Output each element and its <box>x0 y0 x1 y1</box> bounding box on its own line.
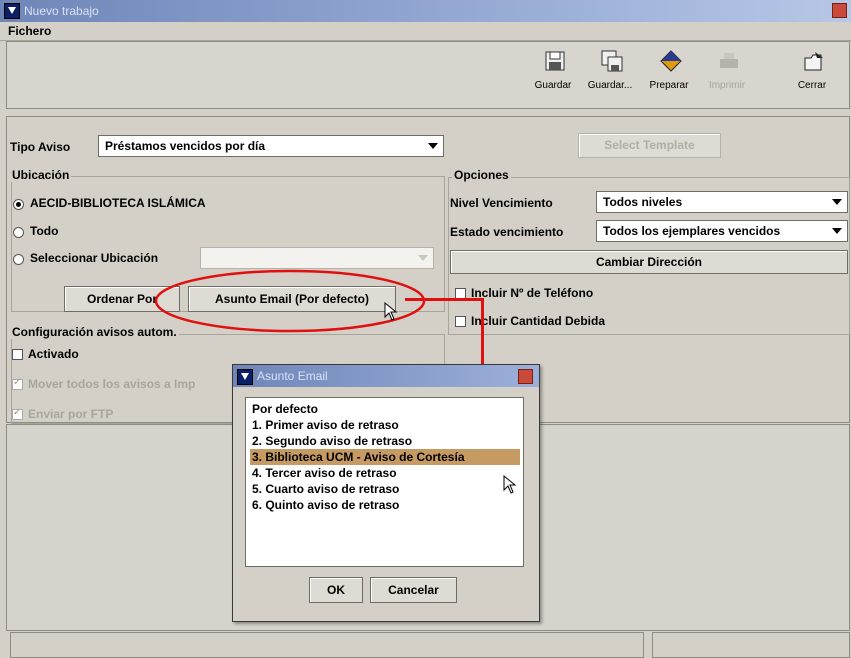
print-label: Imprimir <box>708 80 746 91</box>
incluir-telefono-label: Incluir Nº de Teléfono <box>471 286 594 300</box>
menu-bar <box>0 22 851 41</box>
activado-checkbox[interactable] <box>12 349 23 360</box>
chevron-down-icon <box>418 255 428 261</box>
chevron-down-icon <box>428 143 438 149</box>
enviar-ftp-label: Enviar por FTP <box>28 407 114 421</box>
list-item[interactable]: 6. Quinto aviso de retraso <box>250 497 520 513</box>
nivel-vencimiento-combo[interactable]: Todos niveles <box>596 191 848 213</box>
save-as-icon <box>601 50 623 72</box>
mover-label: Mover todos los avisos a Imp <box>28 377 196 391</box>
list-item[interactable]: Por defecto <box>250 401 520 417</box>
app-icon <box>237 369 253 385</box>
estado-vencimiento-combo[interactable]: Todos los ejemplares vencidos <box>596 220 848 242</box>
save-as-button[interactable]: Guardar... <box>581 44 639 102</box>
annotation-line-v <box>481 298 484 366</box>
activado-label: Activado <box>28 347 79 361</box>
close-folder-icon <box>804 52 823 71</box>
menu-fichero[interactable]: Fichero <box>8 24 51 38</box>
asunto-email-dialog: Asunto Email Por defecto 1. Primer aviso… <box>232 364 540 622</box>
dialog-titlebar: Asunto Email <box>233 365 539 387</box>
mouse-cursor-icon <box>503 475 517 494</box>
chevron-down-icon <box>832 199 842 205</box>
list-item-selected[interactable]: 3. Biblioteca UCM - Aviso de Cortesía <box>250 449 520 465</box>
prepare-label: Preparar <box>649 80 689 91</box>
radio-aecid[interactable] <box>13 199 24 210</box>
radio-seleccionar-label: Seleccionar Ubicación <box>30 251 159 265</box>
close-window-icon[interactable] <box>832 3 847 18</box>
radio-aecid-label: AECID-BIBLIOTECA ISLÁMICA <box>30 196 206 210</box>
radio-seleccionar[interactable] <box>13 254 24 265</box>
list-item[interactable]: 1. Primer aviso de retraso <box>250 417 520 433</box>
select-template-button: Select Template <box>578 133 721 158</box>
status-bar-left <box>10 632 644 658</box>
mouse-cursor-icon <box>384 302 398 321</box>
subject-listbox: Por defecto 1. Primer aviso de retraso 2… <box>245 397 524 567</box>
list-item[interactable]: 2. Segundo aviso de retraso <box>250 433 520 449</box>
annotation-ellipse <box>154 269 426 333</box>
save-as-label: Guardar... <box>587 80 633 91</box>
tipo-aviso-value: Préstamos vencidos por día <box>105 139 266 153</box>
floppy-disk-icon <box>545 51 565 71</box>
save-button[interactable]: Guardar <box>524 44 582 102</box>
enviar-ftp-checkbox <box>12 407 23 420</box>
save-label: Guardar <box>534 80 572 91</box>
prepare-button[interactable]: Preparar <box>640 44 698 102</box>
tipo-aviso-label: Tipo Aviso <box>10 140 71 154</box>
incluir-cantidad-label: Incluir Cantidad Debida <box>471 314 606 328</box>
list-item[interactable]: 4. Tercer aviso de retraso <box>250 465 520 481</box>
estado-vencimiento-value: Todos los ejemplares vencidos <box>603 224 781 238</box>
close-button[interactable]: Cerrar <box>783 44 841 102</box>
print-button: Imprimir <box>698 44 756 102</box>
window-title: Nuevo trabajo <box>24 4 99 18</box>
chevron-down-icon <box>832 228 842 234</box>
ubicacion-label: Ubicación <box>10 168 72 182</box>
cambiar-direccion-button[interactable]: Cambiar Dirección <box>450 250 848 274</box>
nivel-vencimiento-label: Nivel Vencimiento <box>450 196 553 210</box>
estado-vencimiento-label: Estado vencimiento <box>450 225 564 239</box>
cancel-button[interactable]: Cancelar <box>370 577 457 603</box>
status-bar-right <box>652 632 850 658</box>
opciones-label: Opciones <box>452 168 511 182</box>
tipo-aviso-combo[interactable]: Préstamos vencidos por día <box>98 135 444 157</box>
close-dialog-icon[interactable] <box>518 369 533 384</box>
ok-button[interactable]: OK <box>309 577 363 603</box>
incluir-cantidad-checkbox[interactable] <box>455 316 466 327</box>
printer-icon <box>720 53 738 68</box>
list-item[interactable]: 5. Cuarto aviso de retraso <box>250 481 520 497</box>
mover-checkbox <box>12 377 23 390</box>
radio-todo-label: Todo <box>30 224 59 238</box>
nivel-vencimiento-value: Todos niveles <box>603 195 683 209</box>
app-icon <box>4 3 20 19</box>
window-titlebar: Nuevo trabajo <box>0 0 851 22</box>
radio-todo[interactable] <box>13 227 24 238</box>
diamond-icon <box>660 50 682 72</box>
annotation-line-h <box>405 298 483 301</box>
dialog-title: Asunto Email <box>257 369 328 383</box>
close-label: Cerrar <box>797 80 827 91</box>
